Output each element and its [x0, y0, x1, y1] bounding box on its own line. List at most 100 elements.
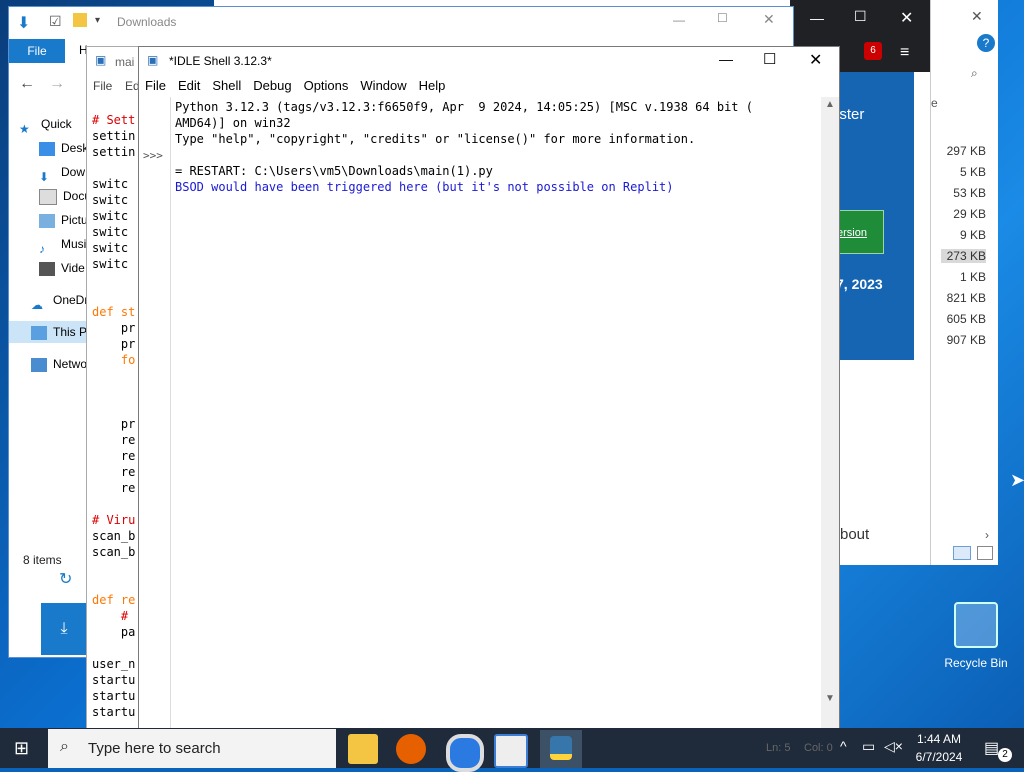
explorer-titlebar: ⬇ ☑ ▾ Downloads — ☐ ✕: [9, 7, 793, 37]
back-arrow-icon[interactable]: ←: [19, 75, 35, 93]
nav-item-videos[interactable]: Vide: [39, 257, 85, 279]
editor-code-line: [92, 560, 138, 576]
large-icons-view-icon[interactable]: [977, 546, 993, 560]
recycle-bin-shortcut[interactable]: Recycle Bin: [940, 602, 1012, 670]
idle-taskbar-button[interactable]: [540, 730, 582, 768]
editor-status-col: Col: 0: [804, 742, 833, 754]
details-view-icon[interactable]: [953, 546, 971, 560]
network-icon: [31, 357, 47, 372]
minimize-icon[interactable]: —: [673, 13, 685, 27]
search-icon[interactable]: ⌕: [971, 66, 978, 81]
nav-label: Quick: [41, 117, 72, 131]
editor-code-line: pr: [92, 417, 136, 431]
nav-item-pictures[interactable]: Pictu: [39, 209, 88, 231]
scroll-up-icon[interactable]: ▲: [825, 99, 835, 110]
release-date-text: 7, 2023: [836, 276, 883, 292]
nav-item-network[interactable]: Netwo: [31, 353, 87, 375]
forward-arrow-icon[interactable]: →: [49, 75, 65, 93]
editor-code-line: switc: [92, 257, 129, 271]
nav-item-downloads[interactable]: ⬇ Dow: [39, 161, 85, 184]
help-icon[interactable]: ?: [977, 34, 995, 52]
menu-debug[interactable]: Debug: [247, 75, 297, 97]
windows-start-icon[interactable]: ⊞: [14, 738, 29, 759]
scroll-right-icon[interactable]: ›: [985, 528, 989, 542]
editor-code-line: settin: [92, 129, 136, 143]
recycle-bin-icon: [954, 602, 998, 648]
minimize-icon[interactable]: —: [719, 51, 733, 67]
download-version-button[interactable]: ersion: [836, 210, 884, 254]
menu-edit[interactable]: Edit: [172, 75, 206, 97]
file-size: 1 KB: [959, 270, 986, 284]
nav-label: OneDr: [53, 293, 89, 307]
scroll-down-icon[interactable]: ▼: [825, 693, 835, 704]
file-tab[interactable]: File: [9, 39, 65, 63]
vertical-scrollbar[interactable]: ▲ ▼: [821, 97, 839, 729]
editor-menu-file[interactable]: File: [93, 79, 112, 93]
banner-link-text[interactable]: ister: [836, 106, 864, 123]
idle-shell-window[interactable]: ▣ *IDLE Shell 3.12.3* — ☐ ✕ File Edit Shel…: [138, 46, 840, 730]
close-icon[interactable]: ✕: [971, 8, 983, 25]
close-icon[interactable]: ✕: [763, 11, 775, 28]
maximize-icon[interactable]: ☐: [717, 11, 728, 25]
menu-options[interactable]: Options: [298, 75, 355, 97]
explorer-title: Downloads: [117, 15, 177, 29]
nav-item-music[interactable]: ♪ Musi: [39, 233, 86, 256]
clock-time[interactable]: 1:44 AM: [914, 732, 964, 746]
menu-shell[interactable]: Shell: [206, 75, 247, 97]
editor-code-line: def st: [92, 305, 136, 319]
history-icon[interactable]: ↻: [59, 569, 72, 589]
file-size: 9 KB: [959, 228, 986, 242]
idle-title: *IDLE Shell 3.12.3*: [169, 54, 272, 68]
editor-title: mai: [115, 55, 135, 69]
system-tray: ^ ▭ ◁× 1:44 AM 6/7/2024 ▤ 2: [836, 728, 1024, 768]
properties-icon[interactable]: ☑: [49, 13, 62, 30]
firefox-taskbar-icon[interactable]: [396, 734, 426, 764]
maximize-icon[interactable]: ☐: [763, 50, 776, 68]
idle-menubar: File Edit Shell Debug Options Window Help: [139, 75, 839, 97]
star-icon: ★: [19, 121, 30, 136]
extension-badge[interactable]: 6: [864, 42, 882, 60]
menu-file[interactable]: File: [139, 75, 172, 97]
prompt-gutter: >>>: [139, 97, 171, 729]
hamburger-menu-icon[interactable]: ≡: [900, 44, 909, 62]
editor-code-line: pr: [92, 321, 136, 335]
nav-label: Vide: [61, 261, 85, 275]
shell-output-line: AMD64)] on win32: [175, 116, 291, 130]
close-icon[interactable]: ✕: [900, 8, 913, 28]
nav-item-onedrive[interactable]: ☁ OneDr: [31, 289, 89, 312]
shell-output-line: Python 3.12.3 (tags/v3.12.3:f6650f9, Apr…: [175, 100, 753, 114]
editor-code-line: def re: [92, 593, 136, 607]
nav-item-documents[interactable]: Docu: [39, 185, 91, 207]
editor-code-line: [92, 576, 138, 592]
network-icon[interactable]: ▭: [862, 738, 875, 755]
nav-item-quick-access[interactable]: ★ Quick: [19, 113, 72, 136]
python-icon: [550, 736, 572, 760]
chevron-up-icon[interactable]: ^: [840, 738, 847, 754]
chrome-taskbar-icon[interactable]: [446, 734, 484, 772]
close-icon[interactable]: ✕: [809, 50, 822, 70]
editor-code-line: switc: [92, 193, 129, 207]
file-size: 821 KB: [946, 291, 986, 305]
editor-code-line: switc: [92, 241, 129, 255]
nav-label: Pictu: [61, 213, 88, 227]
file-explorer-taskbar-icon[interactable]: [348, 734, 378, 764]
taskbar-search-box[interactable]: ⌕ Type here to search: [48, 729, 336, 768]
nav-label: This P: [53, 325, 88, 339]
download-icon[interactable]: ⤓: [41, 603, 87, 655]
menu-help[interactable]: Help: [413, 75, 452, 97]
volume-muted-icon[interactable]: ◁×: [884, 738, 903, 755]
minimize-icon[interactable]: —: [810, 10, 824, 26]
file-size: 29 KB: [953, 207, 986, 221]
clock-date[interactable]: 6/7/2024: [910, 750, 968, 764]
app-taskbar-icon[interactable]: [494, 734, 528, 768]
folder-icon[interactable]: [73, 13, 87, 27]
nav-item-desktop[interactable]: Desk: [39, 137, 88, 159]
computer-icon: [31, 325, 47, 340]
editor-code-area[interactable]: # Sett settin settin switc switc switc switc sw…: [92, 112, 138, 720]
maximize-icon[interactable]: ☐: [854, 8, 867, 25]
menu-window[interactable]: Window: [354, 75, 412, 97]
notification-icon[interactable]: ▤: [984, 738, 999, 758]
shell-output-area[interactable]: Python 3.12.3 (tags/v3.12.3:f6650f9, Apr…: [175, 99, 821, 729]
quick-access-dropdown-icon[interactable]: ▾: [95, 15, 100, 26]
editor-code-line: #: [92, 609, 129, 623]
